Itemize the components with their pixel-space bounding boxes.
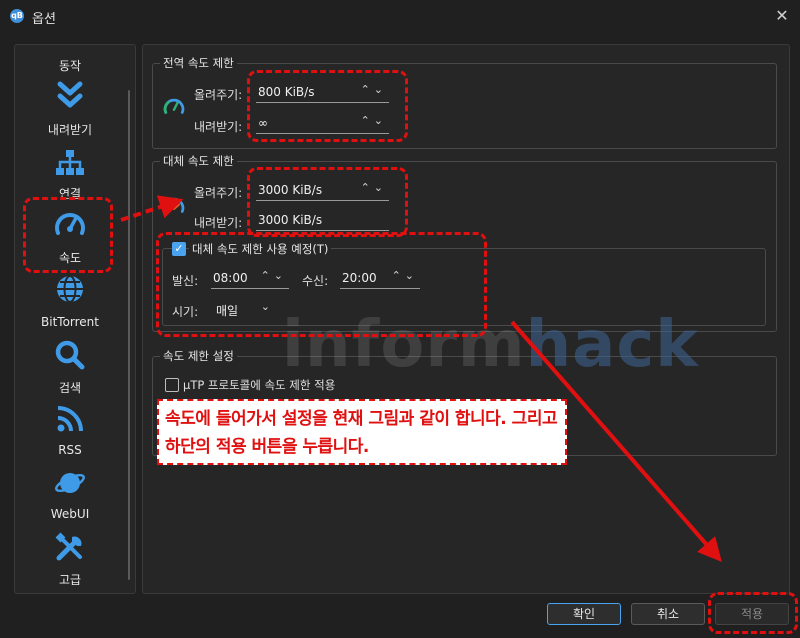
annotation-note: 속도에 들어가서 설정을 현재 그림과 같이 합니다. 그리고 하단의 적용 버… xyxy=(157,399,567,465)
ok-button[interactable]: 확인 xyxy=(547,603,621,625)
speedometer-icon xyxy=(163,98,185,114)
tools-icon[interactable] xyxy=(54,531,86,563)
limit-settings-title: 속도 제한 설정 xyxy=(160,348,237,364)
window-title: 옵션 xyxy=(32,12,56,27)
global-limits-title: 전역 속도 제한 xyxy=(160,55,237,71)
sidebar-scrollbar[interactable] xyxy=(128,90,130,580)
sidebar-item-downloads-label[interactable]: 내려받기 xyxy=(15,121,125,138)
annotation-box-speed xyxy=(23,197,113,273)
sidebar-item-behavior-label[interactable]: 동작 xyxy=(15,57,125,74)
rss-icon[interactable] xyxy=(54,403,86,435)
annotation-box-global xyxy=(247,70,408,142)
network-icon[interactable] xyxy=(54,147,86,179)
close-button[interactable]: ✕ xyxy=(772,6,792,26)
sidebar-item-rss-label[interactable]: RSS xyxy=(15,443,125,457)
cancel-button[interactable]: 취소 xyxy=(631,603,705,625)
download-icon[interactable] xyxy=(54,79,86,111)
sidebar-item-bittorrent-label[interactable]: BitTorrent xyxy=(15,315,125,329)
sidebar-item-advanced-label[interactable]: 고급 xyxy=(15,571,125,588)
sidebar-item-search-label[interactable]: 검색 xyxy=(15,379,125,396)
globe-icon[interactable] xyxy=(54,273,86,305)
annotation-note-text: 속도에 들어가서 설정을 현재 그림과 같이 합니다. 그리고 하단의 적용 버… xyxy=(165,409,558,457)
sidebar-item-webui-label[interactable]: WebUI xyxy=(15,507,125,521)
app-icon: qB xyxy=(10,9,24,23)
title-bar: qB 옵션 ✕ xyxy=(0,0,800,32)
annotation-box-schedule xyxy=(156,232,487,337)
utp-checkbox[interactable] xyxy=(165,378,179,392)
global-limits-group xyxy=(152,63,777,149)
global-upload-label: 올려주기: xyxy=(194,88,243,102)
search-icon[interactable] xyxy=(54,339,86,371)
global-download-label: 내려받기: xyxy=(194,120,243,134)
sidebar: 동작 내려받기 연결 속도 BitTorrent 검색 RSS WebUI 고급 xyxy=(14,44,136,594)
annotation-box-alt xyxy=(247,167,408,237)
turtle-speed-icon xyxy=(163,197,185,213)
annotation-box-apply xyxy=(708,592,798,634)
alt-limits-title: 대체 속도 제한 xyxy=(160,153,237,169)
watermark-part2: hack xyxy=(525,308,699,382)
planet-icon[interactable] xyxy=(54,467,86,499)
alt-upload-label: 올려주기: xyxy=(194,186,243,200)
alt-download-label: 내려받기: xyxy=(194,216,243,230)
